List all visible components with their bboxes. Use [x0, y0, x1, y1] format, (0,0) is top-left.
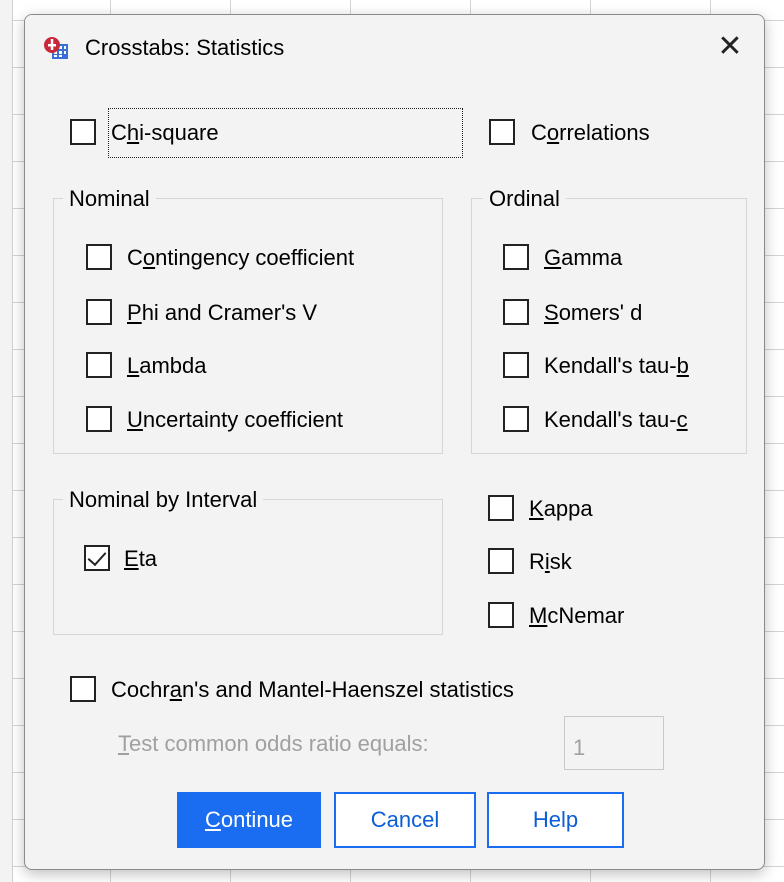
somers-d-checkbox[interactable]	[503, 299, 529, 325]
spss-crosstabs-icon	[44, 37, 68, 59]
phi-cramers-v-checkbox[interactable]	[86, 299, 112, 325]
kendalls-tau-b-checkbox[interactable]	[503, 352, 529, 378]
correlations-label[interactable]: Correlations	[531, 120, 650, 146]
row-header-strip	[0, 0, 13, 882]
nominal-by-interval-group-title: Nominal by Interval	[63, 487, 264, 513]
cancel-button-label: Cancel	[370, 807, 440, 832]
contingency-coefficient-checkbox[interactable]	[86, 244, 112, 270]
cochran-mantel-haenszel-checkbox[interactable]	[70, 676, 96, 702]
somers-d-label[interactable]: Somers' d	[544, 300, 642, 326]
close-icon: ✕	[717, 29, 743, 63]
lambda-label[interactable]: Lambda	[127, 353, 207, 379]
gamma-checkbox[interactable]	[503, 244, 529, 270]
risk-label[interactable]: Risk	[529, 549, 572, 575]
continue-button-label: Continue	[204, 807, 294, 832]
ordinal-group-title: Ordinal	[483, 186, 566, 212]
contingency-coefficient-label[interactable]: Contingency coefficient	[127, 245, 354, 271]
eta-label[interactable]: Eta	[124, 546, 157, 572]
kendalls-tau-c-label[interactable]: Kendall's tau-c	[544, 407, 688, 433]
title-bar: Crosstabs: Statistics ✕	[25, 15, 764, 77]
odds-ratio-label: Test common odds ratio equals:	[118, 731, 429, 756]
odds-ratio-input[interactable]	[564, 716, 664, 770]
gamma-label[interactable]: Gamma	[544, 245, 622, 271]
kendalls-tau-c-checkbox[interactable]	[503, 406, 529, 432]
kappa-label[interactable]: Kappa	[529, 496, 593, 522]
correlations-checkbox[interactable]	[489, 119, 515, 145]
cancel-button[interactable]: Cancel	[334, 792, 476, 848]
chi-square-label[interactable]: Chi-square	[111, 120, 219, 146]
nominal-group-title: Nominal	[63, 186, 156, 212]
uncertainty-coefficient-label[interactable]: Uncertainty coefficient	[127, 407, 343, 433]
kendalls-tau-b-label[interactable]: Kendall's tau-b	[544, 353, 689, 379]
risk-checkbox[interactable]	[488, 548, 514, 574]
cochran-mantel-haenszel-label[interactable]: Cochran's and Mantel-Haenszel statistics	[111, 677, 514, 703]
phi-cramers-v-label[interactable]: Phi and Cramer's V	[127, 300, 317, 326]
dialog-title: Crosstabs: Statistics	[85, 35, 285, 60]
mcnemar-checkbox[interactable]	[488, 602, 514, 628]
help-button-label: Help	[532, 807, 579, 832]
close-button[interactable]: ✕	[696, 15, 764, 77]
uncertainty-coefficient-checkbox[interactable]	[86, 406, 112, 432]
lambda-checkbox[interactable]	[86, 352, 112, 378]
kappa-checkbox[interactable]	[488, 495, 514, 521]
eta-checkbox[interactable]	[84, 545, 110, 571]
chi-square-checkbox[interactable]	[70, 119, 96, 145]
crosstabs-statistics-dialog: Crosstabs: Statistics ✕ Chi-square Corre…	[24, 14, 765, 870]
nominal-by-interval-group	[53, 499, 443, 635]
continue-button[interactable]: Continue	[177, 792, 321, 848]
help-button[interactable]: Help	[487, 792, 624, 848]
mcnemar-label[interactable]: McNemar	[529, 603, 624, 629]
